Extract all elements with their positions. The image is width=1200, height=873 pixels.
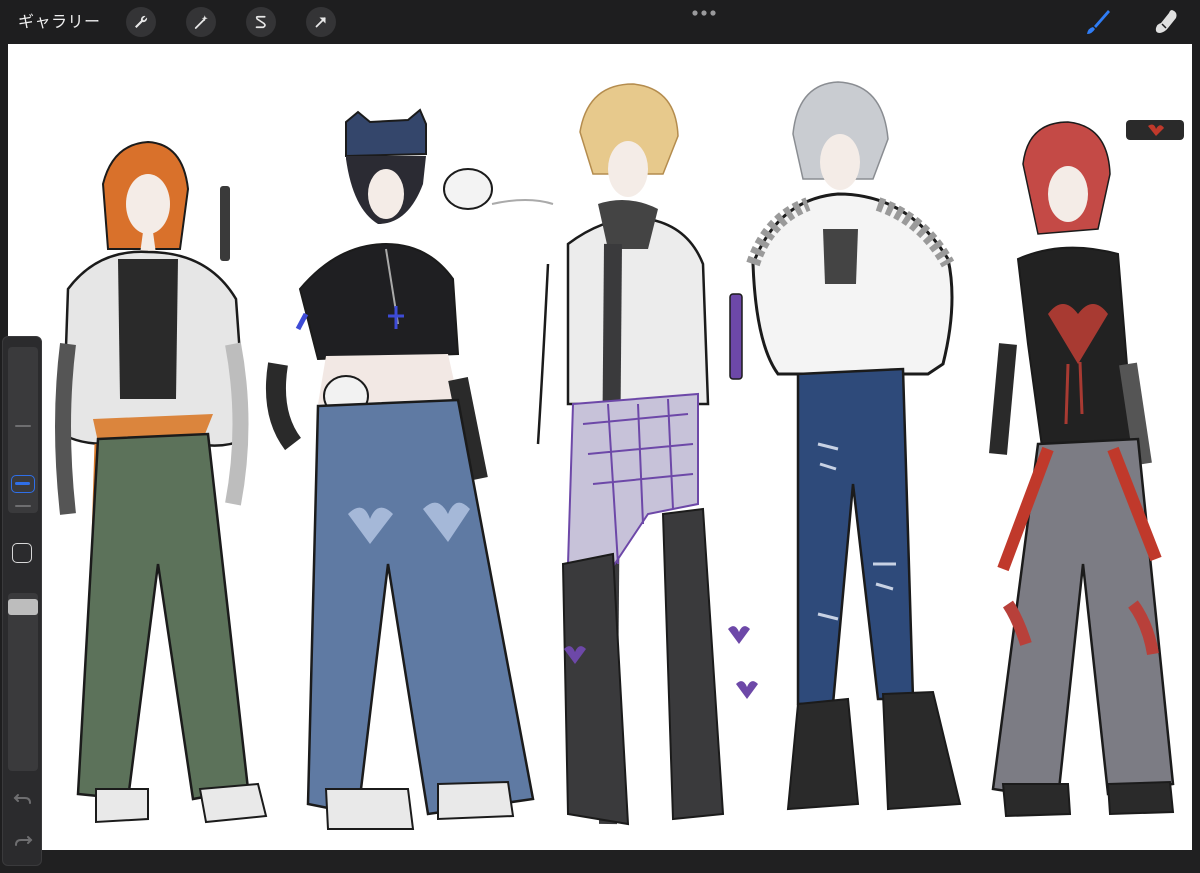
brush-opacity-slider[interactable] [8,593,38,771]
brush-size-slider[interactable] [8,347,38,513]
thumb-bar [15,482,30,485]
modifier-square-icon[interactable] [12,543,32,563]
artwork [55,81,1184,830]
figure-4-character [746,81,962,811]
brush-size-thumb[interactable] [11,475,35,493]
size-tick-top [15,425,31,427]
smudge-icon[interactable] [1150,6,1182,38]
redo-icon[interactable] [13,831,33,851]
gallery-button[interactable]: ギャラリー [18,9,101,35]
bottom-workspace-edge [0,850,1200,873]
magic-wand-icon[interactable] [186,7,216,37]
drawing-canvas[interactable] [8,44,1192,850]
brush-opacity-thumb[interactable] [8,599,38,615]
size-tick-bottom [15,505,31,507]
top-toolbar: ギャラリー [0,0,1200,44]
transform-arrow-icon[interactable] [306,7,336,37]
undo-icon[interactable] [13,789,33,809]
figure-1-character [55,140,268,824]
brush-icon[interactable] [1082,6,1114,38]
selection-s-icon[interactable] [246,7,276,37]
ellipsis-icon[interactable] [688,6,720,20]
left-sidebar [2,336,42,866]
wrench-icon[interactable] [126,7,156,37]
figure-3-character [536,83,758,826]
figure-2-character [265,108,554,830]
figure-5-character [989,120,1184,818]
